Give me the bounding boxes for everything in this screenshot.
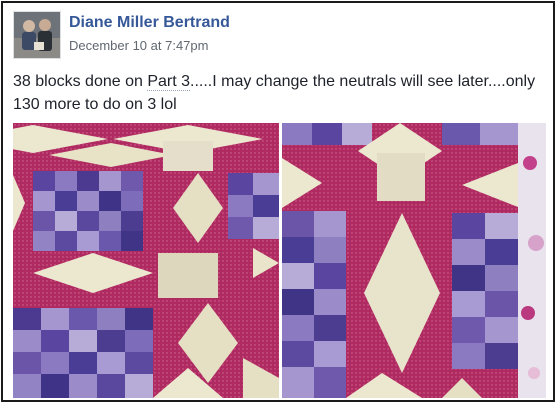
quilt-photo-right[interactable]: [282, 123, 546, 398]
quilt-blocks-right-icon: [282, 123, 546, 398]
part-3-link[interactable]: Part 3: [147, 73, 191, 91]
post-timestamp[interactable]: December 10 at 7:47pm: [69, 38, 208, 53]
post-text: 38 blocks done on Part 3.....I may chang…: [13, 70, 543, 116]
quilt-blocks-left-icon: [13, 123, 279, 398]
facebook-post-card: Diane Miller Bertrand December 10 at 7:4…: [1, 1, 555, 402]
avatar[interactable]: [13, 11, 61, 59]
post-text-start: 38 blocks done on: [13, 73, 148, 90]
avatar-photo-icon: [14, 12, 60, 58]
quilt-photo-left[interactable]: [13, 123, 279, 398]
author-name[interactable]: Diane Miller Bertrand: [69, 14, 230, 32]
